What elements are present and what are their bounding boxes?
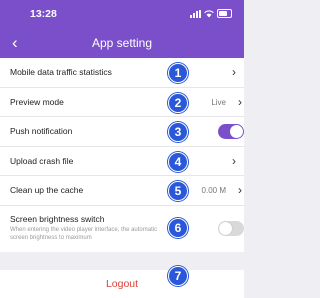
push-notification-toggle[interactable] [218, 124, 244, 139]
logout-bar: Logout 7 [0, 266, 244, 298]
wifi-icon [204, 9, 214, 17]
toggle-knob [219, 221, 232, 235]
chevron-right-icon: › [232, 153, 236, 168]
number-badge: 2 [168, 92, 188, 113]
setting-upload-crash[interactable]: Upload crash file 4 › [0, 147, 244, 176]
number-badge: 6 [168, 217, 188, 238]
setting-label: Screen brightness switch [10, 213, 105, 224]
chevron-right-icon: › [238, 94, 242, 109]
setting-label: Preview mode [10, 96, 64, 107]
status-icons [190, 9, 232, 18]
page-title: App setting [91, 36, 153, 50]
number-badge: 7 [168, 266, 188, 286]
setting-clean-cache[interactable]: Clean up the cache 5 0.00 M › [0, 176, 244, 206]
signal-icon [190, 9, 201, 18]
screen-brightness-toggle[interactable] [218, 220, 244, 236]
number-badge: 1 [168, 63, 188, 83]
chevron-right-icon: › [238, 183, 242, 197]
toggle-knob [230, 125, 243, 138]
number-badge: 5 [168, 181, 188, 201]
setting-value: Live [211, 97, 226, 107]
status-time: 13:28 [30, 8, 57, 20]
setting-screen-brightness: Screen brightness switch When entering t… [0, 206, 244, 252]
setting-label: Mobile data traffic statistics [10, 67, 112, 77]
setting-label: Clean up the cache [10, 185, 84, 195]
battery-icon [217, 9, 232, 18]
logout-button[interactable]: Logout [0, 278, 244, 290]
settings-list: Mobile data traffic statistics 1 › Previ… [0, 58, 244, 252]
number-badge: 4 [168, 151, 188, 172]
nav-bar: ‹ App setting [0, 28, 244, 58]
setting-label: Upload crash file [10, 155, 74, 166]
setting-preview-mode[interactable]: Preview mode 2 Live › [0, 88, 244, 117]
setting-push-notification: Push notification 3 [0, 117, 244, 147]
setting-mobile-data[interactable]: Mobile data traffic statistics 1 › [0, 58, 244, 88]
setting-value: 0.00 M [201, 186, 226, 195]
setting-label: Push notification [10, 126, 73, 136]
number-badge: 3 [168, 122, 188, 142]
status-bar: 13:28 [0, 0, 244, 28]
chevron-right-icon: › [232, 65, 236, 79]
setting-description: When entering the video player interface… [10, 226, 158, 241]
